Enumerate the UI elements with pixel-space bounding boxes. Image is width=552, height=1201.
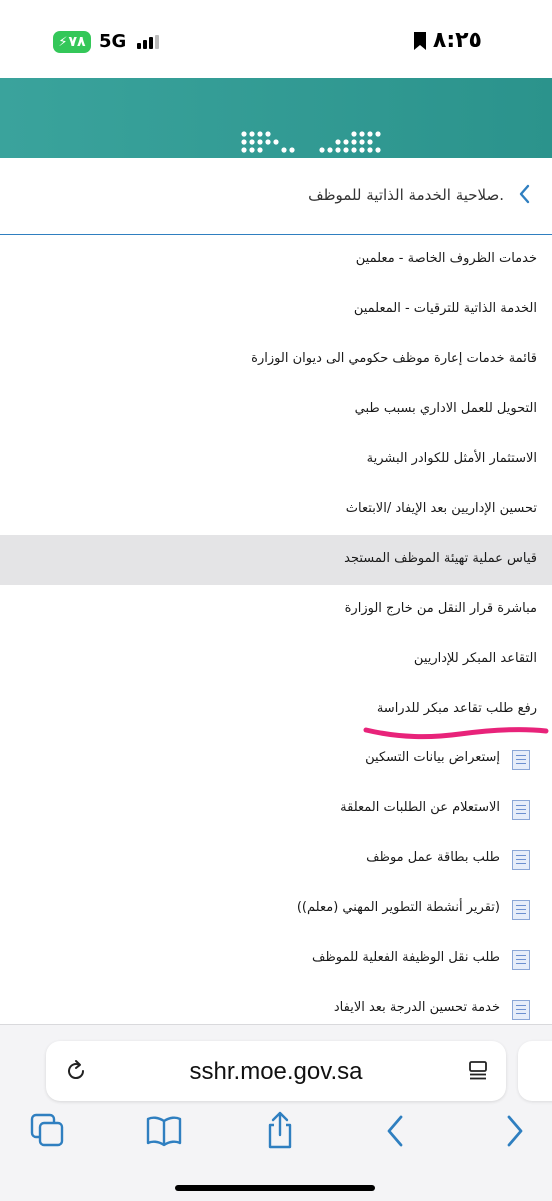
document-item[interactable]: طلب نقل الوظيفة الفعلية للموظف [0, 933, 552, 983]
menu-item[interactable]: التحويل للعمل الاداري بسبب طبي [0, 385, 552, 435]
menu-item[interactable]: تحسين الإداريين بعد الإيفاد /الابتعاث [0, 485, 552, 535]
tabs-icon[interactable] [28, 1111, 68, 1151]
menu-item-label: قياس عملية تهيئة الموظف المستجد [344, 551, 537, 566]
document-item[interactable]: طلب بطاقة عمل موظف [0, 833, 552, 883]
document-item-label: الاستعلام عن الطلبات المعلقة [340, 800, 500, 815]
status-bar: ⚡ ٧٨ 5G ٨:٢٥ [0, 0, 552, 78]
document-item[interactable]: الاستعلام عن الطلبات المعلقة [0, 783, 552, 833]
document-item[interactable]: إستعراض بيانات التسكين [0, 733, 552, 783]
menu-item[interactable]: التقاعد المبكر للإداريين [0, 635, 552, 685]
address-bar[interactable]: sshr.moe.gov.sa [46, 1041, 506, 1101]
page-heading[interactable]: .صلاحية الخدمة الذاتية للموظف [0, 158, 552, 235]
menu-item-label: الخدمة الذاتية للترقيات - المعلمين [353, 301, 537, 316]
document-item-label: طلب نقل الوظيفة الفعلية للموظف [311, 950, 500, 965]
back-icon[interactable] [376, 1111, 416, 1151]
menu-item-label: رفع طلب تقاعد مبكر للدراسة [376, 701, 537, 716]
forward-icon[interactable] [494, 1111, 534, 1151]
bookmarks-icon[interactable] [144, 1111, 184, 1151]
chevron-left-icon[interactable] [518, 184, 530, 204]
document-icon [512, 1000, 530, 1020]
menu-item[interactable]: خدمات الظروف الخاصة - معلمين [0, 235, 552, 285]
menu-item[interactable]: الاستثمار الأمثل للكوادر البشرية [0, 435, 552, 485]
document-item-label: إستعراض بيانات التسكين [365, 750, 500, 765]
clock: ٨:٢٥ [432, 28, 482, 53]
menu-item-label: قائمة خدمات إعارة موظف حكومي الى ديوان ا… [251, 351, 537, 366]
document-icon [512, 850, 530, 870]
menu-item[interactable]: قائمة خدمات إعارة موظف حكومي الى ديوان ا… [0, 335, 552, 385]
menu-item-active[interactable]: قياس عملية تهيئة الموظف المستجد [0, 535, 552, 585]
bookmark-icon [414, 32, 426, 50]
menu-item-label: التحويل للعمل الاداري بسبب طبي [354, 401, 537, 416]
share-icon[interactable] [260, 1111, 300, 1151]
document-icon [512, 900, 530, 920]
document-item-label: خدمة تحسين الدرجة بعد الايفاد [333, 1000, 500, 1015]
document-item-label: طلب بطاقة عمل موظف [366, 850, 500, 865]
document-icon [512, 950, 530, 970]
ministry-logo-icon [241, 131, 381, 153]
browser-toolbar: sshr.moe.gov.sa [0, 1024, 552, 1201]
document-item-label: (تقرير أنشطة التطوير المهني (معلم)) [296, 900, 500, 915]
menu-item-label: خدمات الظروف الخاصة - معلمين [355, 251, 537, 266]
document-item[interactable]: (تقرير أنشطة التطوير المهني (معلم)) [0, 883, 552, 933]
menu-item-label: مباشرة قرار النقل من خارج الوزارة [344, 601, 537, 616]
menu-item[interactable]: مباشرة قرار النقل من خارج الوزارة [0, 585, 552, 635]
menu-item[interactable]: الخدمة الذاتية للترقيات - المعلمين [0, 285, 552, 335]
home-indicator[interactable] [175, 1185, 375, 1191]
url-text[interactable]: sshr.moe.gov.sa [46, 1058, 506, 1086]
next-tab-preview[interactable] [518, 1041, 552, 1101]
document-icon [512, 800, 530, 820]
document-list: إستعراض بيانات التسكين الاستعلام عن الطل… [0, 733, 552, 1033]
signal-strength-icon [137, 35, 163, 49]
network-type: 5G [99, 31, 127, 52]
charging-bolt-icon: ⚡ [58, 34, 68, 50]
service-menu: خدمات الظروف الخاصة - معلمين الخدمة الذا… [0, 235, 552, 735]
site-banner [0, 78, 552, 158]
menu-item-label: تحسين الإداريين بعد الإيفاد /الابتعاث [345, 501, 537, 516]
menu-item-label: الاستثمار الأمثل للكوادر البشرية [366, 451, 537, 466]
reader-mode-icon[interactable] [466, 1059, 490, 1083]
page-title: .صلاحية الخدمة الذاتية للموظف [308, 186, 504, 204]
document-icon [512, 750, 530, 770]
menu-item-label: التقاعد المبكر للإداريين [413, 651, 537, 666]
battery-level: ٧٨ [68, 34, 86, 50]
battery-indicator: ⚡ ٧٨ [53, 31, 91, 53]
